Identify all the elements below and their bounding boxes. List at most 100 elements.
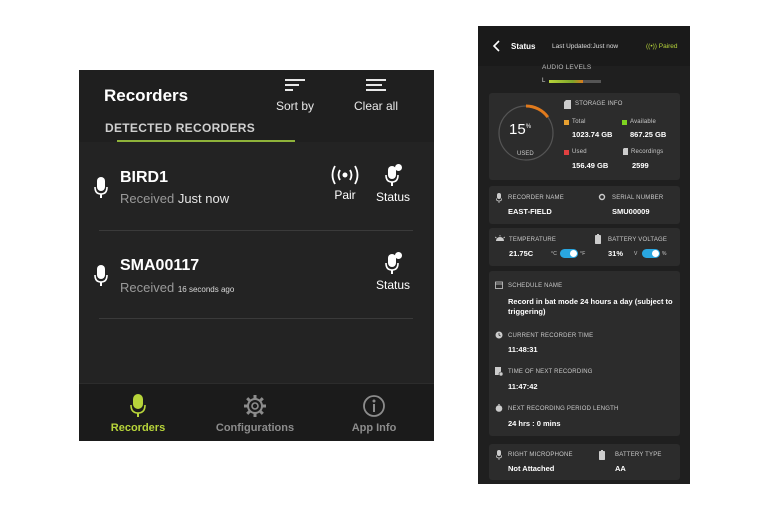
microphone-icon — [496, 450, 502, 460]
clear-list-icon — [366, 79, 386, 91]
recordings-label: Recordings — [631, 149, 664, 155]
fahrenheit-unit: °F — [580, 251, 586, 257]
battery-icon — [599, 450, 605, 460]
sort-by-label: Sort by — [275, 99, 314, 113]
recorders-header: Recorders Sort by Clear all DETECTED REC… — [79, 70, 434, 142]
pair-label: Pair — [334, 188, 356, 202]
received-status: Received 16 seconds ago — [120, 280, 234, 295]
clock-icon — [495, 331, 503, 339]
status-label: Status — [375, 190, 411, 204]
microphone-status-icon — [385, 252, 402, 274]
percent-unit: % — [662, 251, 667, 257]
tab-configurations[interactable]: Configurations — [200, 394, 310, 434]
next-recording-period-length-label: NEXT RECORDING PERIOD LENGTH — [508, 406, 619, 412]
tab-recorders[interactable]: Recorders — [83, 394, 193, 434]
total-swatch — [564, 120, 569, 125]
battery-type-label: BATTERY TYPE — [615, 452, 662, 458]
tab-label: Recorders — [110, 422, 166, 434]
recorder-name: SMA00117 — [120, 257, 200, 274]
audio-channel-label: L — [542, 78, 546, 84]
audio-levels-label: AUDIO LEVELS — [542, 64, 592, 71]
recordings-file-icon — [623, 148, 628, 155]
battery-icon — [595, 234, 601, 244]
pair-button[interactable]: Pair — [327, 164, 363, 202]
page-title: Status — [511, 42, 536, 51]
active-tab-underline — [117, 140, 295, 142]
sd-card-icon — [564, 100, 571, 109]
clear-all-label: Clear all — [353, 99, 398, 113]
temperature-label: TEMPERATURE — [509, 237, 557, 243]
microphone-icon — [94, 177, 108, 198]
row-divider — [99, 230, 413, 231]
recorder-list-item[interactable]: SMA00117 Received 16 seconds ago Status — [79, 238, 434, 326]
calendar-icon — [495, 281, 503, 289]
microphone-icon — [496, 193, 502, 203]
storage-percent-value: 15 — [509, 121, 526, 138]
volt-unit: V — [634, 251, 638, 257]
row-divider — [99, 318, 413, 319]
bottom-tab-bar: Recorders Configurations App Info — [79, 383, 434, 441]
received-label: Received — [120, 191, 175, 206]
sun-icon — [495, 235, 505, 241]
gear-icon — [598, 193, 606, 201]
storage-info-card: 15% USED STORAGE INFO Total 1023.74 GB A… — [489, 93, 680, 180]
temperature-value: 21.75C — [509, 249, 534, 258]
paired-indicator: ((•)) Paired — [646, 43, 678, 50]
recorder-name-value: EAST-FIELD — [508, 207, 552, 216]
schedule-name-value: Record in bat mode 24 hours a day (subje… — [508, 297, 673, 316]
stopwatch-icon — [495, 404, 503, 412]
status-button[interactable]: Status — [372, 252, 414, 292]
status-button[interactable]: Status — [372, 164, 414, 204]
toggle-knob — [570, 250, 577, 257]
current-recorder-time-label: CURRENT RECORDER TIME — [508, 333, 594, 339]
tab-label: App Info — [351, 422, 397, 434]
page-title: Recorders — [104, 86, 189, 105]
sort-by-button[interactable]: Sort by — [265, 76, 325, 115]
serial-number-label: SERIAL NUMBER — [612, 195, 664, 201]
recorder-name-label: RECORDER NAME — [508, 195, 564, 201]
status-label: Status — [375, 278, 411, 292]
time-of-next-recording-label: TIME OF NEXT RECORDING — [508, 369, 593, 375]
microphone-icon — [130, 394, 146, 417]
wireless-signal-icon — [331, 165, 359, 185]
toggle-knob — [652, 250, 659, 257]
back-chevron-icon[interactable] — [492, 40, 500, 52]
available-label: Available — [630, 119, 657, 125]
schedule-card: SCHEDULE NAME Record in bat mode 24 hour… — [489, 271, 680, 436]
status-top-bar: Status Last Updated:Just now ((•)) Paire… — [478, 26, 690, 66]
info-icon — [363, 395, 385, 417]
microphone-icon — [94, 265, 108, 286]
storage-info-label: STORAGE INFO — [575, 101, 623, 107]
battery-unit-toggle[interactable] — [642, 249, 660, 258]
clear-all-button[interactable]: Clear all — [346, 76, 406, 115]
recorder-name-card: RECORDER NAME EAST-FIELD SERIAL NUMBER S… — [489, 186, 680, 224]
total-label: Total — [572, 119, 586, 125]
received-status: Received Just now — [120, 191, 229, 206]
recordings-value: 2599 — [632, 161, 649, 170]
received-time: 16 seconds ago — [177, 285, 235, 294]
storage-percent: 15% — [509, 121, 531, 138]
used-swatch — [564, 150, 569, 155]
received-time: Just now — [177, 191, 230, 206]
right-microphone-label: RIGHT MICROPHONE — [508, 452, 573, 458]
sort-icon — [285, 79, 305, 91]
temperature-unit-toggle[interactable] — [560, 249, 578, 258]
tab-app-info[interactable]: App Info — [319, 394, 429, 434]
microphone-battery-card: RIGHT MICROPHONE Not Attached BATTERY TY… — [489, 444, 680, 480]
total-value: 1023.74 GB — [572, 130, 613, 139]
tab-detected-recorders[interactable]: DETECTED RECORDERS — [105, 121, 255, 135]
tab-label: Configurations — [215, 422, 295, 434]
battery-voltage-label: BATTERY VOLTAGE — [608, 237, 668, 243]
paired-label: Paired — [658, 43, 678, 50]
current-recorder-time-value: 11:48:31 — [508, 345, 538, 354]
gear-icon — [244, 395, 266, 417]
time-of-next-recording-value: 11:47:42 — [508, 382, 538, 391]
used-label: Used — [572, 149, 587, 155]
recorder-list-item[interactable]: BIRD1 Received Just now Pair Status — [79, 150, 434, 238]
available-value: 867.25 GB — [630, 130, 667, 139]
recorders-screen: Recorders Sort by Clear all DETECTED REC… — [79, 70, 434, 441]
used-value: 156.49 GB — [572, 161, 609, 170]
battery-voltage-value: 31% — [608, 249, 624, 258]
percent-sign: % — [525, 124, 532, 130]
audio-level-fill — [549, 80, 584, 83]
